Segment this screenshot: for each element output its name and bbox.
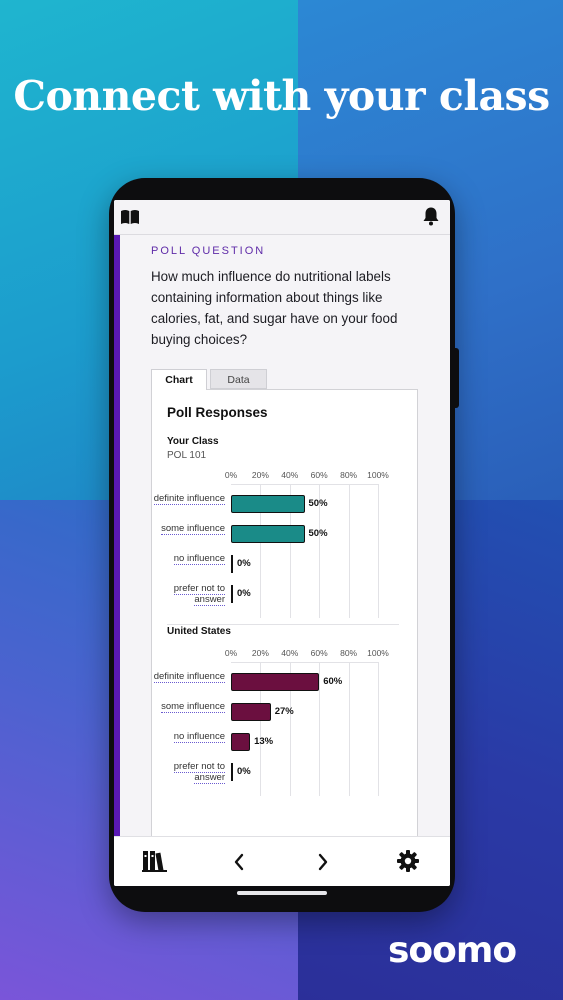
phone-side-button <box>455 348 459 408</box>
phone-frame: POLL QUESTION How much influence do nutr… <box>109 178 459 912</box>
category-label-text: no influence <box>173 553 225 565</box>
grid-line <box>319 662 321 796</box>
axis-tick-label: 80% <box>340 648 358 658</box>
bar <box>231 555 233 573</box>
group-subtitle: POL 101 <box>167 450 207 461</box>
data-label: 50% <box>308 528 328 539</box>
gear-icon[interactable] <box>396 849 420 873</box>
category-label-text: prefer not to answer <box>173 583 225 606</box>
bar <box>231 495 305 513</box>
data-label: 0% <box>237 588 251 599</box>
category-label: some influence <box>145 701 225 713</box>
group-title: United States <box>167 626 231 637</box>
reading-content: POLL QUESTION How much influence do nutr… <box>114 235 450 836</box>
axis-tick-label: 60% <box>310 470 328 480</box>
accent-bar <box>114 235 120 836</box>
axis-tick-label: 100% <box>367 648 389 658</box>
category-label-text: definite influence <box>153 493 225 505</box>
category-label: definite influence <box>145 671 225 683</box>
category-label-text: definite influence <box>153 671 225 683</box>
chart-title: Poll Responses <box>167 405 268 420</box>
grid-line <box>231 484 378 485</box>
data-label: 13% <box>254 736 274 747</box>
poll-eyebrow: POLL QUESTION <box>151 245 266 257</box>
axis-tick-label: 20% <box>251 648 269 658</box>
axis-tick-label: 80% <box>340 470 358 480</box>
data-label: 0% <box>237 766 251 777</box>
grid-line <box>348 484 350 618</box>
bar <box>231 703 271 721</box>
category-label-text: prefer not to answer <box>173 761 225 784</box>
axis-tick-label: 40% <box>281 470 299 480</box>
bottom-nav <box>114 836 450 886</box>
book-icon[interactable] <box>120 209 140 225</box>
bar <box>231 585 233 603</box>
category-label: definite influence <box>145 493 225 505</box>
bar <box>231 673 320 691</box>
chevron-right-icon[interactable] <box>316 851 330 873</box>
data-label: 50% <box>308 498 328 509</box>
axis-tick-label: 100% <box>367 470 389 480</box>
axis-tick-label: 60% <box>310 648 328 658</box>
grid-line <box>378 662 379 796</box>
grid-line <box>348 662 350 796</box>
phone-screen: POLL QUESTION How much influence do nutr… <box>114 200 450 886</box>
category-label: prefer not to answer <box>145 761 225 784</box>
category-label-text: some influence <box>161 523 225 535</box>
top-bar <box>114 200 450 235</box>
bar <box>231 733 251 751</box>
separator <box>167 624 399 625</box>
data-label: 0% <box>237 558 251 569</box>
category-label-text: no influence <box>173 731 225 743</box>
axis-tick-label: 20% <box>251 470 269 480</box>
category-label: some influence <box>145 523 225 535</box>
category-label: no influence <box>145 731 225 743</box>
axis-tick-label: 0% <box>224 470 238 480</box>
brand-logo: soomo <box>388 930 517 971</box>
data-label: 60% <box>323 676 343 687</box>
grid-line <box>378 484 379 618</box>
bar <box>231 763 233 781</box>
poll-chart-card: Poll Responses Your Class POL 101 0% 20% 40%… <box>151 389 418 836</box>
axis-tick-label: 40% <box>281 648 299 658</box>
category-label-text: some influence <box>161 701 225 713</box>
bell-icon[interactable] <box>422 206 440 226</box>
category-label: no influence <box>145 553 225 565</box>
tab-chart[interactable]: Chart <box>151 369 207 390</box>
library-icon[interactable] <box>142 849 168 873</box>
axis-tick-label: 0% <box>224 648 238 658</box>
home-indicator[interactable] <box>237 891 327 895</box>
category-label: prefer not to answer <box>145 583 225 606</box>
poll-question: How much influence do nutritional labels… <box>151 269 398 347</box>
tab-data[interactable]: Data <box>210 369 267 389</box>
chevron-left-icon[interactable] <box>232 851 246 873</box>
bar <box>231 525 305 543</box>
data-label: 27% <box>274 706 294 717</box>
headline: Connect with your class <box>13 72 550 120</box>
grid-line <box>231 662 378 663</box>
group-title: Your Class <box>167 436 219 447</box>
